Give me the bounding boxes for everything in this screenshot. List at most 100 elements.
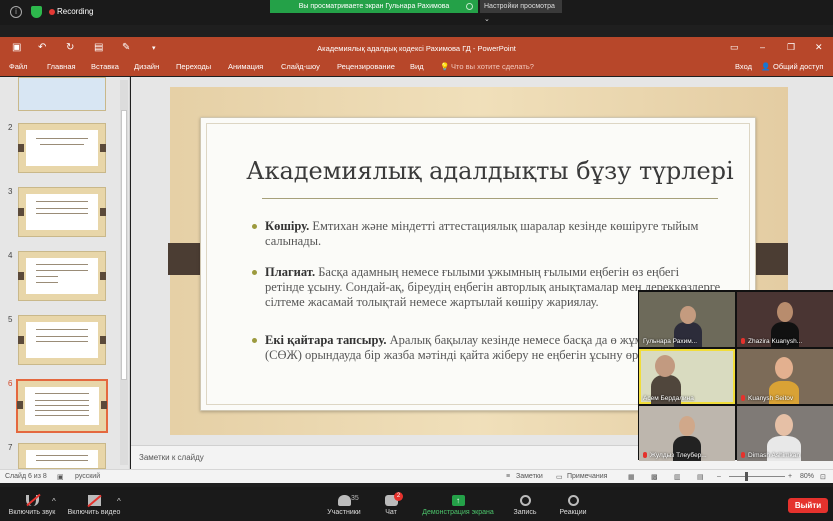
reading-view-icon[interactable]: ▥ [674,473,681,481]
participant-tile-active-speaker[interactable]: Асем Бердалина [639,349,735,404]
bullet-dot-icon [252,224,257,229]
record-label: Запись [513,509,537,516]
tab-animations[interactable]: Анимация [228,62,263,71]
record-button[interactable]: Запись [508,487,542,521]
screen-share-banner: Вы просматриваете экран Гульнара Рахимов… [270,0,478,13]
tab-transitions[interactable]: Переходы [176,62,211,71]
unmute-label: Включить звук [8,509,56,516]
zoom-level[interactable]: 80% [800,473,814,480]
ribbon-display-icon[interactable]: ▭ [730,42,739,53]
chevron-up-icon[interactable]: ^ [117,497,121,506]
slide-title[interactable]: Академиялық адалдықты бұзу түрлері [230,157,750,185]
zoom-slider-thumb[interactable] [745,472,748,481]
share-screen-label: Демонстрация экрана [422,509,494,516]
normal-view-icon[interactable]: ▦ [628,473,635,481]
muted-mic-icon [741,452,745,459]
recording-dot-icon [49,9,55,15]
zoom-in-icon[interactable]: + [788,473,792,480]
chat-unread-badge: 2 [394,492,403,501]
tab-view[interactable]: Вид [410,62,424,71]
thumbnail-number: 3 [8,187,13,196]
title-divider [262,198,718,199]
slide-thumbnail-7[interactable] [18,443,106,469]
fit-slide-icon[interactable]: ⊡ [820,473,826,481]
minimize-icon[interactable]: – [760,42,765,52]
notes-icon: ≡ [506,473,511,480]
thumbnail-scrollbar[interactable] [120,80,128,465]
muted-mic-icon [643,452,647,459]
muted-mic-icon [741,338,745,345]
smiley-plus-icon [567,495,579,506]
zoom-out-icon[interactable]: – [717,473,721,480]
leave-meeting-button[interactable]: Выйти [788,498,828,513]
ribbon-tabs: Файл Главная Вставка Дизайн Переходы Ани… [0,59,833,76]
start-video-button[interactable]: Включить видео [64,487,124,521]
slide-thumbnail-6-selected[interactable] [16,379,108,433]
scrollbar-thumb[interactable] [121,110,127,380]
tell-me-input[interactable]: Что вы хотите сделать? [451,62,534,71]
notes-toggle[interactable]: Заметки [516,473,543,480]
comments-toggle[interactable]: Примечания [567,473,607,480]
participant-name: Асем Бердалина [643,395,694,402]
notes-placeholder[interactable]: Заметки к слайду [139,453,204,462]
spellcheck-icon[interactable]: ▣ [57,473,64,481]
participants-button[interactable]: Участники [320,487,368,521]
language-indicator[interactable]: русский [75,473,100,480]
tab-file[interactable]: Файл [9,62,27,71]
view-options-button[interactable]: Настройки просмотра ⌄ [480,0,562,23]
video-off-icon [86,494,102,508]
slide-thumbnail-1[interactable] [18,77,106,111]
comments-icon: ▭ [556,474,563,481]
participant-tile[interactable]: Dimash Ashimkan [737,406,833,461]
tab-design[interactable]: Дизайн [134,62,159,71]
share-screen-button[interactable]: ↑ Демонстрация экрана [415,487,501,521]
chevron-up-icon[interactable]: ^ [52,497,56,506]
slide-thumbnail-pane: 2 3 4 5 6 7 [0,77,130,469]
participant-name: Kuanysh Seitov [748,395,794,402]
bullet-dot-icon [252,270,257,275]
bullet-text: Емтихан және міндетті аттестациялық шара… [265,219,699,248]
slide-thumbnail-4[interactable] [18,251,106,301]
chat-button[interactable]: Чат [376,487,406,521]
participant-tile[interactable]: Zhazira Kuanysh... [737,292,833,347]
slide-thumbnail-3[interactable] [18,187,106,237]
restore-icon[interactable]: ❐ [787,42,795,53]
bullet-heading: Көшіру. [265,219,310,233]
thumbnail-number: 6 [8,379,13,388]
slide-thumbnail-5[interactable] [18,315,106,365]
slide-sorter-icon[interactable]: ▩ [651,473,658,481]
sign-in-link[interactable]: Вход [735,62,752,71]
zoom-control-bar: Включить звук ^ Включить видео ^ Участни… [0,487,833,521]
tab-slideshow[interactable]: Слайд-шоу [281,62,320,71]
ppt-title-bar: ▣ ↶ ↻ ▤ ✎ ▾ Академиялық адалдық кодексі … [0,37,833,59]
close-icon[interactable]: ✕ [815,42,823,53]
participant-tile[interactable]: Гульнара Рахим... [639,292,735,347]
security-shield-icon[interactable] [31,6,42,18]
slide-thumbnail-2[interactable] [18,123,106,173]
tab-insert[interactable]: Вставка [91,62,119,71]
zoom-slider[interactable] [729,476,785,477]
thumbnail-number: 7 [8,443,13,452]
participant-name: Жулдыз Тлеубер... [650,452,707,459]
share-button[interactable]: Общий доступ [773,62,823,71]
info-icon[interactable]: i [10,6,22,18]
muted-mic-icon [741,395,745,402]
thumbnail-number: 2 [8,123,13,132]
zoom-top-bar: i Recording Вы просматриваете экран Гуль… [0,0,833,25]
tab-review[interactable]: Рецензирование [337,62,395,71]
muted-microphone-icon [25,493,41,507]
chevron-down-icon: ⌄ [484,16,490,23]
participant-tile[interactable]: Kuanysh Seitov [737,349,833,404]
slide-bullet[interactable]: Көшіру. Емтихан және міндетті аттестация… [252,219,721,249]
reactions-button[interactable]: Реакции [555,487,591,521]
window-title: Академиялық адалдық кодексі Рахимова ГД … [317,44,516,53]
participants-icon [337,495,351,506]
lightbulb-icon: 💡 [440,62,450,71]
slideshow-view-icon[interactable]: ▤ [697,473,704,481]
participant-tile[interactable]: Жулдыз Тлеубер... [639,406,735,461]
view-options-label: Настройки просмотра [484,3,555,10]
reactions-label: Реакции [559,509,587,516]
share-status-icon [466,3,473,10]
tab-home[interactable]: Главная [47,62,76,71]
screen-share-banner-text: Вы просматриваете экран Гульнара Рахимов… [298,3,450,10]
